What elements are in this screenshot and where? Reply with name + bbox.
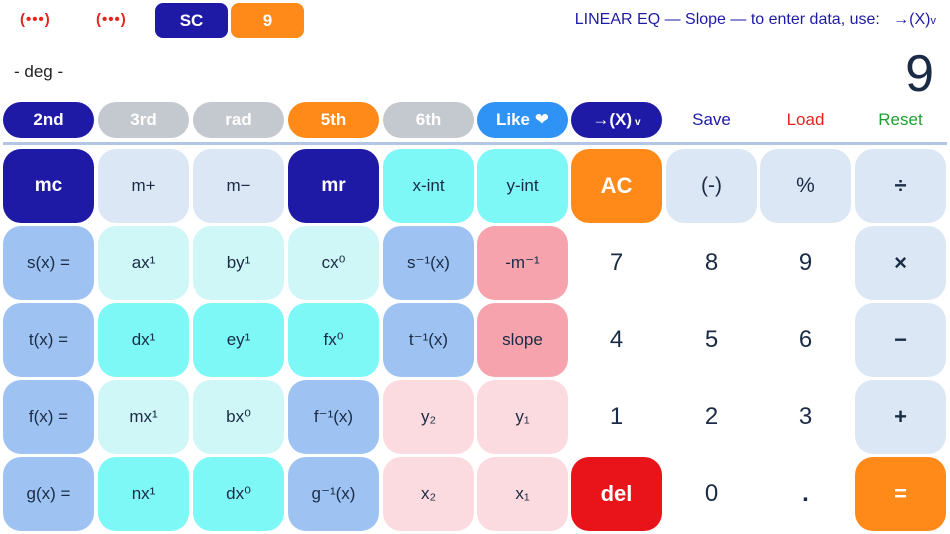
- delete-key[interactable]: del: [571, 457, 662, 531]
- keypad-divider: [3, 142, 947, 145]
- x-intercept-key[interactable]: x-int: [383, 149, 474, 223]
- g-function-key[interactable]: g(x) =: [3, 457, 94, 531]
- reset-button[interactable]: Reset: [855, 102, 946, 138]
- digit-1-key[interactable]: 1: [571, 380, 662, 454]
- more-menu-right[interactable]: (•••): [96, 11, 127, 28]
- digit-2-key[interactable]: 2: [666, 380, 757, 454]
- memory-recall-key[interactable]: mr: [288, 149, 379, 223]
- digit-9-key[interactable]: 9: [760, 226, 851, 300]
- f-inverse-key[interactable]: f⁻¹(x): [288, 380, 379, 454]
- x1-key[interactable]: x₁: [477, 457, 568, 531]
- coef-a-key[interactable]: ax¹: [98, 226, 189, 300]
- coef-d-key[interactable]: dx¹: [98, 303, 189, 377]
- coef-n-key[interactable]: nx¹: [98, 457, 189, 531]
- radian-mode-button[interactable]: rad: [193, 102, 284, 138]
- coef-e-key[interactable]: ey¹: [193, 303, 284, 377]
- coef-c-key[interactable]: cx⁰: [288, 226, 379, 300]
- sixth-function-button[interactable]: 6th: [383, 102, 474, 138]
- mode-info-sub: v: [930, 15, 937, 27]
- negate-key[interactable]: (-): [666, 149, 757, 223]
- equals-key[interactable]: =: [855, 457, 946, 531]
- s-function-key[interactable]: s(x) =: [3, 226, 94, 300]
- y-intercept-key[interactable]: y-int: [477, 149, 568, 223]
- digit-8-key[interactable]: 8: [666, 226, 757, 300]
- coef-b-key[interactable]: by¹: [193, 226, 284, 300]
- decimal-key[interactable]: .: [760, 457, 851, 531]
- y2-key[interactable]: y₂: [383, 380, 474, 454]
- store-x-label: →(X): [592, 110, 633, 129]
- top-bar: (•••) (•••) SC 9 LINEAR EQ — Slope — to …: [0, 0, 950, 44]
- x2-key[interactable]: x₂: [383, 457, 474, 531]
- function-row: 2nd 3rd rad 5th 6th Like ❤ →(X) v Save Lo…: [0, 102, 950, 140]
- result-display: 9: [905, 45, 934, 103]
- coef-b0-key[interactable]: bx⁰: [193, 380, 284, 454]
- coef-m-key[interactable]: mx¹: [98, 380, 189, 454]
- mode-info-text: LINEAR EQ — Slope — to enter data, use: …: [575, 11, 936, 29]
- t-inverse-key[interactable]: t⁻¹(x): [383, 303, 474, 377]
- add-key[interactable]: +: [855, 380, 946, 454]
- g-inverse-key[interactable]: g⁻¹(x): [288, 457, 379, 531]
- more-menu-left[interactable]: (•••): [20, 11, 51, 28]
- digit-6-key[interactable]: 6: [760, 303, 851, 377]
- like-button[interactable]: Like ❤: [477, 102, 568, 138]
- load-button[interactable]: Load: [760, 102, 851, 138]
- second-function-button[interactable]: 2nd: [3, 102, 94, 138]
- save-button[interactable]: Save: [666, 102, 757, 138]
- memory-subtract-key[interactable]: m−: [193, 149, 284, 223]
- digit-0-key[interactable]: 0: [666, 457, 757, 531]
- memory-clear-key[interactable]: mc: [3, 149, 94, 223]
- digit-3-key[interactable]: 3: [760, 380, 851, 454]
- percent-key[interactable]: %: [760, 149, 851, 223]
- store-x-button[interactable]: →(X) v: [571, 102, 662, 138]
- digit-5-key[interactable]: 5: [666, 303, 757, 377]
- subtract-key[interactable]: −: [855, 303, 946, 377]
- coef-f-key[interactable]: fx⁰: [288, 303, 379, 377]
- y1-key[interactable]: y₁: [477, 380, 568, 454]
- perpendicular-slope-key[interactable]: -m⁻¹: [477, 226, 568, 300]
- digit-7-key[interactable]: 7: [571, 226, 662, 300]
- multiply-key[interactable]: ×: [855, 226, 946, 300]
- mode-info-label: LINEAR EQ — Slope — to enter data, use:: [574, 11, 880, 28]
- coef-d0-key[interactable]: dx⁰: [193, 457, 284, 531]
- f-function-key[interactable]: f(x) =: [3, 380, 94, 454]
- fifth-function-button[interactable]: 5th: [288, 102, 379, 138]
- t-function-key[interactable]: t(x) =: [3, 303, 94, 377]
- s-inverse-key[interactable]: s⁻¹(x): [383, 226, 474, 300]
- mode-sc-chip[interactable]: SC: [155, 3, 228, 38]
- divide-key[interactable]: ÷: [855, 149, 946, 223]
- slope-key[interactable]: slope: [477, 303, 568, 377]
- digit-4-key[interactable]: 4: [571, 303, 662, 377]
- third-function-button[interactable]: 3rd: [98, 102, 189, 138]
- mode-info-arrow: →(X): [893, 11, 931, 28]
- store-x-sub: v: [635, 117, 641, 128]
- memory-add-key[interactable]: m+: [98, 149, 189, 223]
- entry-count-chip[interactable]: 9: [231, 3, 304, 38]
- angle-mode-label: - deg -: [14, 62, 64, 81]
- all-clear-key[interactable]: AC: [571, 149, 662, 223]
